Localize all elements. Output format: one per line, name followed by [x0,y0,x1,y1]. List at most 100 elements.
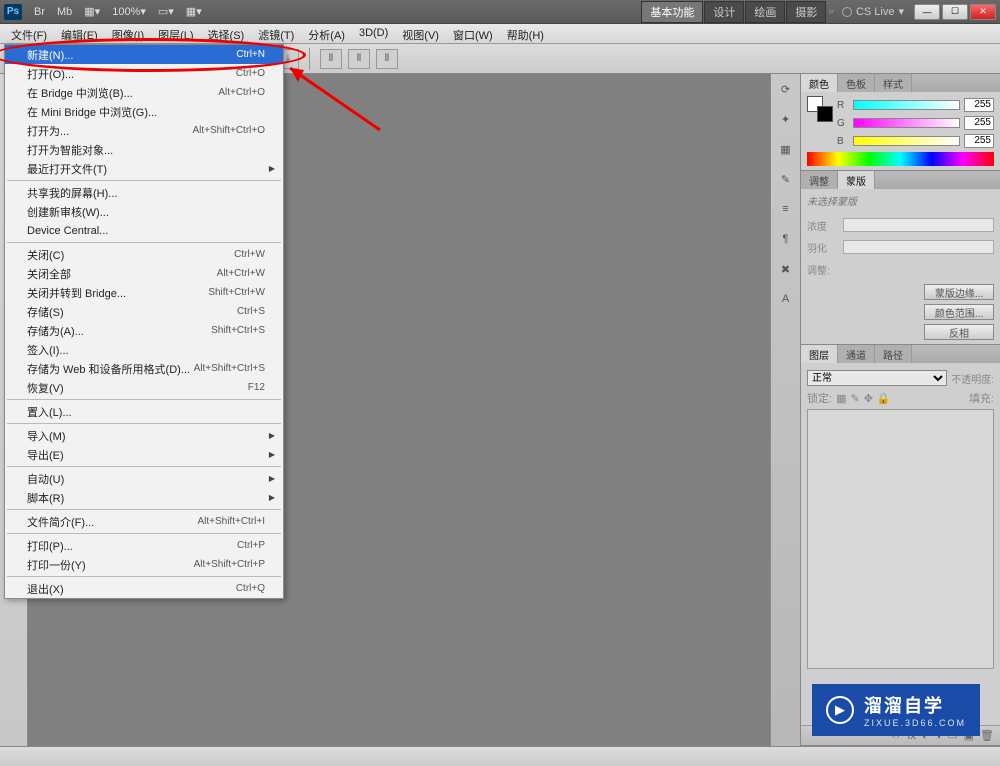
fg-bg-swatch[interactable] [807,96,833,122]
play-icon: ▶ [826,696,854,724]
file-menu-item[interactable]: 存储为(A)...Shift+Ctrl+S [5,321,283,340]
invert-button[interactable]: 反相 [924,324,994,340]
file-menu-item[interactable]: 恢复(V)F12 [5,378,283,397]
color-range-button[interactable]: 颜色范围... [924,304,994,320]
brush-presets-icon[interactable]: ≡ [775,198,797,220]
trash-icon[interactable]: 🗑 [980,729,994,742]
menu-file[interactable]: 文件(F) [4,24,54,43]
workspace-more-icon[interactable]: » [828,6,834,17]
menu-edit[interactable]: 编辑(E) [54,24,105,43]
status-bar [0,746,1000,766]
file-menu-item[interactable]: 关闭(C)Ctrl+W [5,245,283,264]
file-menu-item[interactable]: 最近打开文件(T) [5,159,283,178]
tab-paths[interactable]: 路径 [875,345,912,363]
distribute-2-icon[interactable]: ⫴ [348,49,370,69]
g-slider[interactable] [853,118,960,128]
b-label: B [837,136,849,147]
file-menu-item[interactable]: 置入(L)... [5,402,283,421]
r-slider[interactable] [853,100,960,110]
b-value[interactable]: 255 [964,134,994,148]
g-value[interactable]: 255 [964,116,994,130]
menu-image[interactable]: 图像(I) [105,24,151,43]
feather-slider[interactable] [843,240,994,254]
file-menu-item[interactable]: 打开为智能对象... [5,140,283,159]
file-menu-item[interactable]: 共享我的屏幕(H)... [5,183,283,202]
actions-icon[interactable]: ✦ [775,108,797,130]
menu-select[interactable]: 选择(S) [201,24,252,43]
extras-button[interactable]: ▦▾ [180,3,208,20]
lock-pixels-icon[interactable]: ▦ [836,392,846,405]
file-menu-item[interactable]: 存储(S)Ctrl+S [5,302,283,321]
workspace-tab-paint[interactable]: 绘画 [745,1,785,23]
brush-icon[interactable]: ✎ [775,168,797,190]
file-menu-item[interactable]: 在 Mini Bridge 中浏览(G)... [5,102,283,121]
file-menu-item[interactable]: 导入(M) [5,426,283,445]
menu-layer[interactable]: 图层(L) [151,24,200,43]
b-slider[interactable] [853,136,960,146]
menu-analysis[interactable]: 分析(A) [301,24,352,43]
file-menu-item[interactable]: 自动(U) [5,469,283,488]
window-maximize-button[interactable]: ☐ [942,4,968,20]
window-minimize-button[interactable]: — [914,4,940,20]
tab-swatches[interactable]: 色板 [838,74,875,92]
file-menu-item[interactable]: 新建(N)...Ctrl+N [5,45,283,64]
menu-filter[interactable]: 滤镜(T) [251,24,301,43]
file-menu-item[interactable]: 打印一份(Y)Alt+Shift+Ctrl+P [5,555,283,574]
lock-position-icon[interactable]: ✎ [850,392,859,405]
tool-presets-icon[interactable]: ✖ [775,258,797,280]
r-value[interactable]: 255 [964,98,994,112]
file-menu-item[interactable]: 退出(X)Ctrl+Q [5,579,283,598]
lock-all-icon[interactable]: ✥ [864,392,873,405]
density-slider[interactable] [843,218,994,232]
tab-styles[interactable]: 样式 [875,74,912,92]
file-menu-item[interactable]: 文件简介(F)...Alt+Shift+Ctrl+I [5,512,283,531]
tab-masks[interactable]: 蒙版 [838,171,875,189]
file-menu-item[interactable]: 打开为...Alt+Shift+Ctrl+O [5,121,283,140]
distribute-1-icon[interactable]: ⫴ [320,49,342,69]
paragraph-icon[interactable]: ¶ [775,228,797,250]
bridge-button[interactable]: Br [28,4,51,20]
character-icon[interactable]: A [775,288,797,310]
workspace-tab-photo[interactable]: 摄影 [786,1,826,23]
watermark-logo: ▶ 溜溜自学 ZIXUE.3D66.COM [812,684,980,736]
file-menu-item[interactable]: 创建新审核(W)... [5,202,283,221]
blend-mode-select[interactable]: 正常 [807,370,947,386]
file-menu-item[interactable]: 导出(E) [5,445,283,464]
file-menu-item[interactable]: 签入(I)... [5,340,283,359]
mask-edge-button[interactable]: 蒙版边缘... [924,284,994,300]
distribute-3-icon[interactable]: ⫴ [376,49,398,69]
file-menu-item[interactable]: 关闭并转到 Bridge...Shift+Ctrl+W [5,283,283,302]
workspace-tab-basic[interactable]: 基本功能 [641,1,703,23]
tab-layers[interactable]: 图层 [801,345,838,363]
file-menu-item[interactable]: 存储为 Web 和设备所用格式(D)...Alt+Shift+Ctrl+S [5,359,283,378]
lock-icon[interactable]: 🔒 [877,392,891,405]
tab-color[interactable]: 颜色 [801,74,838,92]
file-menu-item[interactable]: Device Central... [5,221,283,240]
tab-adjustments[interactable]: 调整 [801,171,838,189]
layer-list[interactable] [807,409,994,669]
menu-help[interactable]: 帮助(H) [500,24,551,43]
bg-swatch[interactable] [817,106,833,122]
zoom-level[interactable]: 100% ▾ [106,3,152,20]
menu-window[interactable]: 窗口(W) [446,24,500,43]
window-close-button[interactable]: ✕ [970,4,996,20]
screen-mode-button[interactable]: ▭▾ [152,3,180,20]
refine-label: 调整: [807,262,837,277]
mini-bridge-button[interactable]: Mb [51,4,78,20]
file-menu-item[interactable]: 脚本(R) [5,488,283,507]
arrange-docs-button[interactable]: ▦▾ [78,3,106,20]
tab-channels[interactable]: 通道 [838,345,875,363]
clone-icon[interactable]: ▦ [775,138,797,160]
workspace-tab-design[interactable]: 设计 [704,1,744,23]
mask-panel: 调整 蒙版 未选择蒙版 浓度 羽化 调整: 蒙版边缘... 颜色范围... 反相 [801,171,1000,345]
history-icon[interactable]: ⟳ [775,78,797,100]
file-menu-item[interactable]: 打开(O)...Ctrl+O [5,64,283,83]
file-menu-item[interactable]: 在 Bridge 中浏览(B)...Alt+Ctrl+O [5,83,283,102]
menu-view[interactable]: 视图(V) [395,24,446,43]
cs-live-button[interactable]: CS Live ▾ [842,5,904,18]
spectrum-bar[interactable] [807,152,994,166]
file-menu-item[interactable]: 关闭全部Alt+Ctrl+W [5,264,283,283]
file-menu-item[interactable]: 打印(P)...Ctrl+P [5,536,283,555]
menu-3d[interactable]: 3D(D) [352,24,395,43]
fill-label: 填充: [969,390,994,406]
